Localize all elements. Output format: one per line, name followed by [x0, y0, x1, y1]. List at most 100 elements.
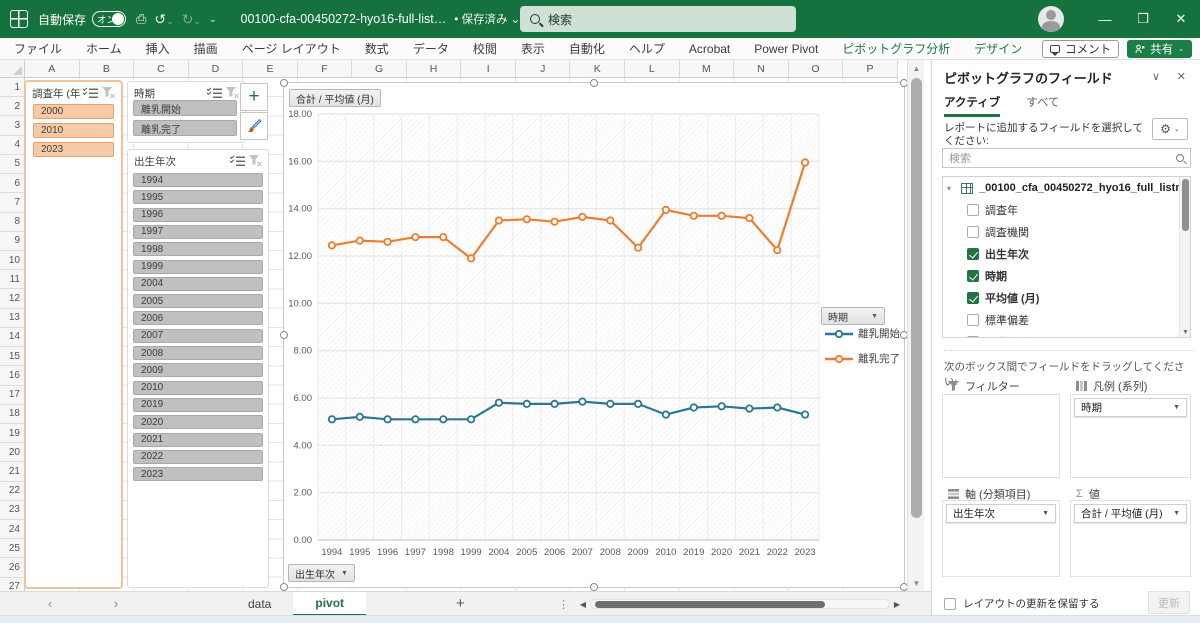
field-list-scroll-down-icon[interactable]: ▼: [1180, 329, 1191, 336]
slicer-item-2023[interactable]: 2023: [33, 142, 114, 157]
chart-selection-handle[interactable]: [590, 583, 598, 591]
slicer-clear-filter-button[interactable]: [223, 86, 241, 100]
close-button[interactable]: ✕: [1162, 0, 1200, 38]
slicer-item-2007[interactable]: 2007: [133, 329, 263, 343]
tools-button[interactable]: ⚙⌄: [1152, 118, 1188, 140]
row-header-19[interactable]: 19: [0, 424, 25, 443]
field-checkbox-平均値 (月)[interactable]: [967, 292, 979, 304]
ribbon-tab[interactable]: Power Pivot: [754, 42, 818, 56]
save-status[interactable]: • 保存済み ⌄: [454, 11, 520, 27]
quick-access-toolbar-menu-icon[interactable]: ⌄: [209, 14, 217, 25]
minimize-button[interactable]: —: [1086, 0, 1124, 38]
chart-elements-button[interactable]: +: [240, 83, 268, 111]
values-field-button[interactable]: 合計 / 平均値 (月): [289, 89, 381, 107]
area-field-pill-合計 / 平均値 (月)[interactable]: 合計 / 平均値 (月)▼: [1074, 504, 1187, 523]
defer-layout-checkbox[interactable]: [944, 598, 956, 610]
field-row-時期[interactable]: 時期: [943, 265, 1190, 287]
chart-selection-handle[interactable]: [900, 331, 908, 339]
field-checkbox-出生年次[interactable]: [967, 248, 979, 260]
row-header-11[interactable]: 11: [0, 270, 25, 289]
legend-field-button[interactable]: 時期▼: [821, 307, 885, 325]
slicer-item-1995[interactable]: 1995: [133, 190, 263, 204]
field-checkbox-調査機関[interactable]: [967, 226, 979, 238]
pane-close-icon[interactable]: ✕: [1177, 70, 1186, 83]
column-header-E[interactable]: E: [243, 60, 298, 78]
pivot-chart[interactable]: 0.002.004.006.008.0010.0012.0014.0016.00…: [283, 82, 905, 588]
field-row-調査年[interactable]: 調査年: [943, 199, 1190, 221]
row-header-15[interactable]: 15: [0, 347, 25, 366]
autosave-toggle[interactable]: オン: [92, 11, 126, 27]
column-header-K[interactable]: K: [570, 60, 625, 78]
column-header-O[interactable]: O: [789, 60, 844, 78]
slicer-item-2000[interactable]: 2000: [33, 104, 114, 119]
slicer-clear-filter-button[interactable]: [99, 86, 117, 100]
chart-selection-handle[interactable]: [280, 583, 288, 591]
values-drop-area[interactable]: 合計 / 平均値 (月)▼: [1070, 500, 1191, 577]
row-header-14[interactable]: 14: [0, 328, 25, 347]
row-header-17[interactable]: 17: [0, 386, 25, 405]
restore-button[interactable]: ❐: [1124, 0, 1162, 38]
field-row-平均値 (月)[interactable]: 平均値 (月): [943, 287, 1190, 309]
area-field-pill-時期[interactable]: 時期▼: [1074, 398, 1187, 417]
slicer-item-1997[interactable]: 1997: [133, 225, 263, 239]
update-button[interactable]: 更新: [1148, 591, 1190, 614]
column-header-M[interactable]: M: [680, 60, 735, 78]
ribbon-tab[interactable]: ホーム: [86, 40, 122, 57]
field-checkbox-調査年[interactable]: [967, 204, 979, 216]
scroll-left-icon[interactable]: ◀: [576, 600, 590, 609]
axis-drop-area[interactable]: 出生年次▼: [942, 500, 1060, 577]
field-table-row[interactable]: ▾_00100_cfa_00450272_hyo16_full_listm: [943, 177, 1190, 199]
field-checkbox-調査年 (年)[interactable]: [967, 336, 979, 338]
horizontal-scroll-thumb[interactable]: [595, 601, 825, 608]
sheet-tab-data[interactable]: data: [226, 592, 293, 616]
scrollbar-splitter[interactable]: ⋮: [558, 592, 569, 616]
ribbon-tab[interactable]: 描画: [194, 40, 218, 57]
pane-options-icon[interactable]: ∨: [1152, 70, 1160, 83]
slicer-multiselect-button[interactable]: [205, 86, 223, 100]
slicer-item-1998[interactable]: 1998: [133, 242, 263, 256]
select-all-corner[interactable]: [0, 60, 25, 78]
legend-item-離乳開始[interactable]: 離乳開始: [824, 326, 900, 341]
row-header-22[interactable]: 22: [0, 482, 25, 501]
slicer-時期[interactable]: 時期離乳開始離乳完了: [128, 82, 245, 142]
field-search-input[interactable]: 検索: [942, 148, 1191, 168]
slicer-item-2019[interactable]: 2019: [133, 398, 263, 412]
ribbon-tab[interactable]: デザイン: [974, 40, 1022, 57]
slicer-item-離乳完了[interactable]: 離乳完了: [133, 120, 237, 136]
slicer-item-2010[interactable]: 2010: [133, 381, 263, 395]
field-row-調査年 (年)[interactable]: 調査年 (年): [943, 331, 1190, 338]
column-header-I[interactable]: I: [461, 60, 516, 78]
field-row-調査機関[interactable]: 調査機関: [943, 221, 1190, 243]
chart-styles-button[interactable]: [240, 112, 268, 140]
row-header-2[interactable]: 2: [0, 97, 25, 116]
scroll-down-icon[interactable]: ▼: [908, 575, 925, 591]
column-header-D[interactable]: D: [189, 60, 244, 78]
slicer-調査年 (年)[interactable]: 調査年 (年)200020102023: [26, 82, 121, 587]
sheet-nav-right-icon[interactable]: ›: [106, 596, 126, 611]
slicer-item-2023[interactable]: 2023: [133, 467, 263, 481]
field-checkbox-標準偏差[interactable]: [967, 314, 979, 326]
field-row-標準偏差[interactable]: 標準偏差: [943, 309, 1190, 331]
field-checkbox-時期[interactable]: [967, 270, 979, 282]
pane-tab-すべて[interactable]: すべて: [1026, 94, 1059, 117]
ribbon-tab[interactable]: 挿入: [146, 40, 170, 57]
slicer-item-2009[interactable]: 2009: [133, 363, 263, 377]
horizontal-scrollbar[interactable]: ◀ ▶: [576, 592, 916, 616]
row-header-5[interactable]: 5: [0, 155, 25, 174]
slicer-item-2008[interactable]: 2008: [133, 346, 263, 360]
slicer-item-2010[interactable]: 2010: [33, 123, 114, 138]
slicer-item-2021[interactable]: 2021: [133, 433, 263, 447]
column-header-F[interactable]: F: [298, 60, 353, 78]
slicer-item-2006[interactable]: 2006: [133, 311, 263, 325]
row-header-20[interactable]: 20: [0, 443, 25, 462]
slicer-item-2020[interactable]: 2020: [133, 415, 263, 429]
column-header-B[interactable]: B: [80, 60, 135, 78]
column-header-H[interactable]: H: [407, 60, 462, 78]
ribbon-tab[interactable]: 校閲: [473, 40, 497, 57]
file-name[interactable]: 00100-cfa-00450272-hyo16-full-list…: [241, 12, 447, 26]
row-header-23[interactable]: 23: [0, 501, 25, 520]
row-header-3[interactable]: 3: [0, 116, 25, 135]
column-header-J[interactable]: J: [516, 60, 571, 78]
save-icon[interactable]: ⎙: [136, 11, 146, 27]
comments-button[interactable]: コメント: [1042, 40, 1119, 58]
